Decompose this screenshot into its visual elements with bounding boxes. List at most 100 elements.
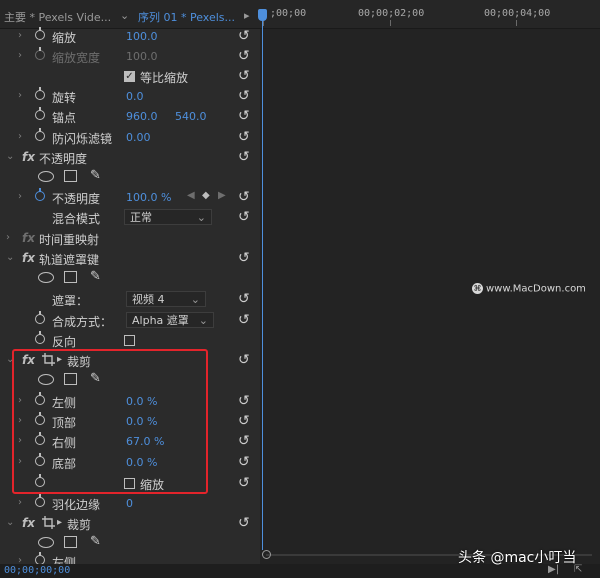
reset-icon[interactable]: ↺ [238,475,250,491]
reset-icon[interactable]: ↺ [238,108,250,124]
matte-dropdown[interactable]: 视频 4 ⌄ [126,291,206,307]
chevron-right-icon[interactable]: › [18,90,22,101]
stopwatch-icon[interactable] [35,311,45,324]
chevron-down-icon[interactable]: ⌄ [6,252,14,263]
chevron-down-icon[interactable]: ⌄ [6,151,14,162]
chevron-right-icon[interactable]: › [18,30,22,41]
reset-icon[interactable]: ↺ [238,433,250,449]
stopwatch-icon[interactable] [35,552,45,564]
stopwatch-icon[interactable] [35,128,45,141]
watermark-site: ⌘ www.MacDown.com [472,283,586,295]
reset-icon[interactable]: ↺ [238,393,250,409]
crop-icon [42,516,55,529]
reset-icon[interactable]: ↺ [238,413,250,429]
rectangle-mask-icon[interactable] [64,170,77,182]
uniform-scale-checkbox[interactable]: ✓ [124,71,135,82]
fx-icon[interactable]: fx [22,516,35,530]
antiflicker-row: › 防闪烁滤镜 0.00 ↺ [0,128,260,148]
play-icon: ▸ [57,517,63,528]
reset-icon[interactable]: ↺ [238,28,250,44]
stopwatch-icon[interactable] [35,188,45,201]
fx-icon[interactable]: fx [22,231,35,245]
chevron-down-icon[interactable]: ⌄ [120,9,129,22]
stopwatch-icon[interactable] [35,27,45,40]
blend-mode-dropdown[interactable]: 正常 ⌄ [124,209,212,225]
stopwatch-icon[interactable] [35,107,45,120]
tab-sequence[interactable]: 序列 01 * Pexels... [138,9,235,25]
ellipse-mask-icon[interactable] [38,537,54,548]
chevron-right-icon[interactable]: › [18,497,22,508]
reset-icon[interactable]: ↺ [238,209,250,225]
rectangle-mask-icon[interactable] [64,536,77,548]
ruler-tick [516,20,517,26]
reset-icon[interactable]: ↺ [238,129,250,145]
watermark-author: 头条 @mac小叮当 [458,550,577,566]
scale-width-row: › 缩放宽度 100.0 ↺ [0,47,260,67]
anchor-x-value[interactable]: 960.0 [126,110,158,123]
track-matte-title: 轨道遮罩键 [39,253,100,267]
stopwatch-icon[interactable] [35,494,45,507]
reset-icon[interactable]: ↺ [238,515,250,531]
time-ruler[interactable]: ;00;00 00;00;02;00 00;00;04;00 [260,0,600,29]
blend-mode-label: 混合模式 [52,212,101,226]
reset-icon[interactable]: ↺ [238,291,250,307]
opacity-header: ⌄ fx 不透明度 ↺ [0,148,260,168]
stopwatch-icon[interactable] [35,87,45,100]
ruler-label: 00;00;02;00 [358,8,425,19]
current-timecode[interactable]: 00;00;00;00 [4,565,70,576]
blend-mode-row: 混合模式 正常 ⌄ ↺ [0,208,260,228]
reset-icon[interactable]: ↺ [238,352,250,368]
matte-row: 遮罩： 视频 4 ⌄ ↺ [0,290,260,310]
antiflicker-value[interactable]: 0.00 [126,131,151,144]
chevron-right-icon[interactable]: › [6,232,10,243]
reverse-checkbox[interactable] [124,335,135,346]
crop-feather-value[interactable]: 0 [126,497,133,510]
anchor-y-value[interactable]: 540.0 [175,110,207,123]
prev-keyframe-icon[interactable]: ◀ [187,190,195,201]
scrollbar-handle[interactable] [262,550,271,559]
composite-value: Alpha 遮罩 [132,314,189,327]
add-keyframe-icon[interactable]: ◆ [202,190,210,201]
time-remap-header: › fx 时间重映射 [0,229,260,249]
reset-icon[interactable]: ↺ [238,189,250,205]
reset-icon[interactable]: ↺ [238,454,250,470]
watermark-site-text: www.MacDown.com [486,283,586,295]
pen-mask-icon[interactable]: ✎ [90,534,101,549]
chevron-right-icon[interactable]: › [18,131,22,142]
scale-width-value[interactable]: 100.0 [126,50,158,63]
reset-icon[interactable]: ↺ [238,312,250,328]
reset-icon[interactable]: ↺ [238,149,250,165]
track-matte-mask-tools: ✎ [0,269,260,289]
fx-icon[interactable]: fx [22,150,35,164]
ruler-tick [390,20,391,26]
opacity-mask-tools: ✎ [0,168,260,188]
composite-label: 合成方式： [52,315,113,329]
chevron-right-icon[interactable]: › [18,555,22,564]
opacity-value[interactable]: 100.0 % [126,191,171,204]
rotation-label: 旋转 [52,91,77,105]
stopwatch-icon[interactable] [35,331,45,344]
reset-icon[interactable]: ↺ [238,88,250,104]
pen-mask-icon[interactable]: ✎ [90,168,101,183]
chevron-down-icon[interactable]: ⌄ [6,517,14,528]
ellipse-mask-icon[interactable] [38,272,54,283]
rectangle-mask-icon[interactable] [64,271,77,283]
reset-icon[interactable]: ↺ [238,250,250,266]
track-matte-header: ⌄ fx 轨道遮罩键 ↺ [0,249,260,269]
uniform-scale-label: 等比缩放 [140,71,189,85]
ellipse-mask-icon[interactable] [38,171,54,182]
pen-mask-icon[interactable]: ✎ [90,269,101,284]
rotation-value[interactable]: 0.0 [126,90,144,103]
stopwatch-icon[interactable] [35,47,45,60]
tab-source[interactable]: 主要 * Pexels Vide... [4,9,111,25]
composite-dropdown[interactable]: Alpha 遮罩 ⌄ [126,312,214,328]
chevron-right-icon[interactable]: › [18,191,22,202]
play-only-icon[interactable]: ▸ [244,9,250,22]
next-keyframe-icon[interactable]: ▶ [218,190,226,201]
reset-icon[interactable]: ↺ [238,68,250,84]
chevron-right-icon[interactable]: › [18,50,22,61]
reset-icon[interactable]: ↺ [238,48,250,64]
scale-value[interactable]: 100.0 [126,30,158,43]
fx-icon[interactable]: fx [22,251,35,265]
time-remap-title: 时间重映射 [39,233,100,247]
